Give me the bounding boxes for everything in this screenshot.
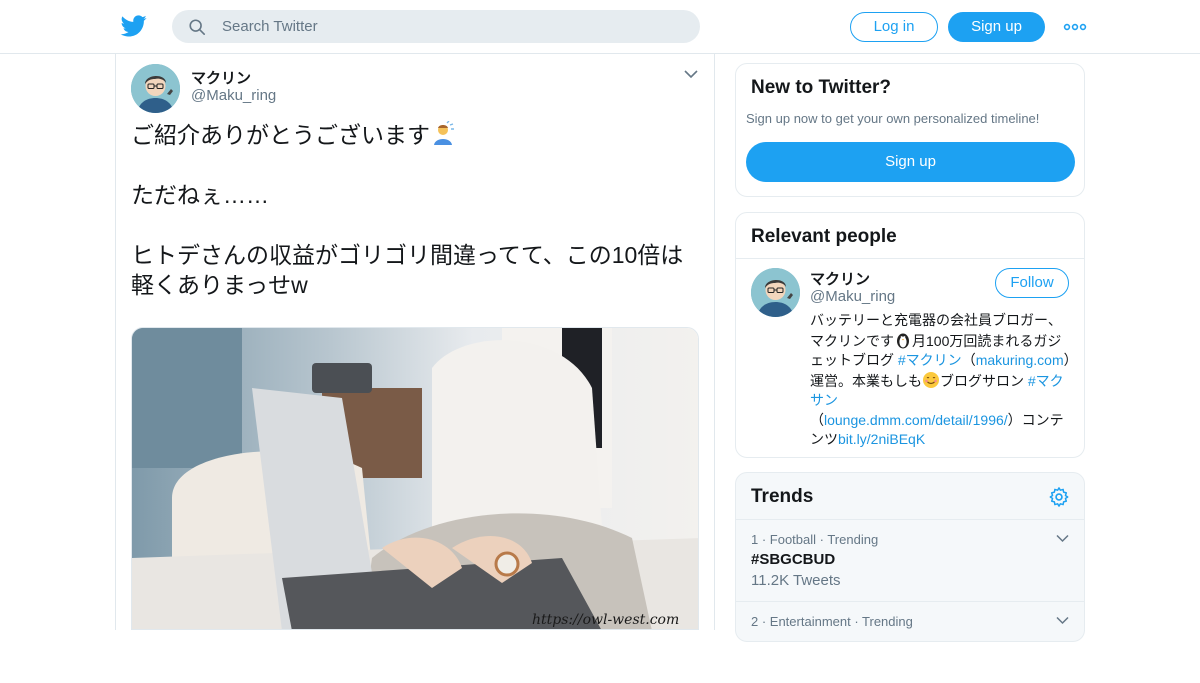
- trend-meta: 1 · Football · Trending: [751, 532, 879, 547]
- login-button[interactable]: Log in: [850, 12, 938, 42]
- tweet-line-2: ただねぇ……: [131, 182, 269, 208]
- tweet-author-name[interactable]: マクリン: [191, 67, 251, 88]
- tweet-line-3: ヒトデさんの収益がゴリゴリ間違ってて、この10倍は軽くありまっせw: [131, 242, 684, 298]
- tweet-column: マクリン @Maku_ring ご紹介ありがとうございます ただねぇ…… ヒトデ…: [115, 54, 715, 630]
- chevron-down-icon[interactable]: [1056, 616, 1069, 625]
- smiling-face-emoji-icon: [923, 371, 939, 388]
- tweet-text: ご紹介ありがとうございます ただねぇ…… ヒトデさんの収益がゴリゴリ間違ってて、…: [131, 120, 691, 300]
- hashtag-link[interactable]: #マクリン: [898, 352, 962, 368]
- avatar[interactable]: [131, 64, 180, 113]
- bio-text: （: [810, 411, 824, 428]
- chevron-down-icon[interactable]: [1056, 534, 1069, 543]
- trend-name[interactable]: #SBGCBUD: [751, 551, 835, 568]
- person-handle[interactable]: @Maku_ring: [810, 288, 895, 305]
- top-navigation-bar: Log in Sign up: [0, 0, 1200, 54]
- person-name[interactable]: マクリン: [810, 268, 870, 289]
- twitter-bird-icon[interactable]: [120, 13, 148, 39]
- tweet-line-1: ご紹介ありがとうございます: [131, 122, 430, 148]
- search-icon: [189, 19, 206, 36]
- trends-card: Trends 1 · Football · Trending #SBGCBUD …: [735, 472, 1085, 642]
- gear-icon[interactable]: [1048, 486, 1070, 508]
- trend-meta: 2 · Entertainment · Trending: [751, 614, 913, 629]
- trend-tweet-count: 11.2K Tweets: [751, 572, 841, 589]
- chevron-down-icon[interactable]: [684, 69, 698, 79]
- avatar-illustration: [131, 64, 180, 113]
- tweet-media-image[interactable]: https://owl-west.com: [131, 327, 699, 630]
- trends-title: Trends: [751, 486, 814, 507]
- avatar-illustration: [751, 268, 800, 317]
- trend-item[interactable]: 1 · Football · Trending #SBGCBUD 11.2K T…: [736, 519, 1084, 601]
- person-bio: バッテリーと充電器の会社員ブロガー、マクリンです 月100万回読まれるガジェットブ…: [810, 311, 1072, 450]
- website-link[interactable]: bit.ly/2niBEqK: [838, 431, 925, 447]
- trend-item[interactable]: 2 · Entertainment · Trending: [736, 601, 1084, 683]
- laptop-photo: https://owl-west.com: [132, 328, 698, 629]
- avatar[interactable]: [751, 268, 800, 317]
- search-bar[interactable]: [172, 10, 700, 43]
- website-link[interactable]: makuring.com: [976, 352, 1064, 368]
- bio-text: ブログサロン: [940, 372, 1024, 389]
- new-to-twitter-card: New to Twitter? Sign up now to get your …: [735, 63, 1085, 197]
- new-to-twitter-subtitle: Sign up now to get your own personalized…: [746, 111, 1040, 126]
- penguin-emoji-icon: [897, 333, 909, 348]
- signup-button[interactable]: Sign up: [948, 12, 1045, 42]
- media-watermark: https://owl-west.com: [532, 612, 679, 628]
- relevant-people-card: Relevant people マクリン @Maku_ring Follow バ…: [735, 212, 1085, 458]
- card-divider: [736, 258, 1084, 259]
- signup-card-button[interactable]: Sign up: [746, 142, 1075, 182]
- more-options-icon[interactable]: [1063, 17, 1087, 37]
- bio-text: （: [961, 352, 976, 368]
- new-to-twitter-title: New to Twitter?: [751, 77, 892, 98]
- website-link[interactable]: lounge.dmm.com/detail/1996/: [824, 412, 1008, 428]
- bowing-person-emoji-icon: [434, 121, 454, 145]
- relevant-people-title: Relevant people: [751, 226, 897, 247]
- follow-button[interactable]: Follow: [995, 268, 1069, 298]
- search-input[interactable]: [222, 10, 682, 43]
- tweet-author-handle[interactable]: @Maku_ring: [191, 87, 276, 104]
